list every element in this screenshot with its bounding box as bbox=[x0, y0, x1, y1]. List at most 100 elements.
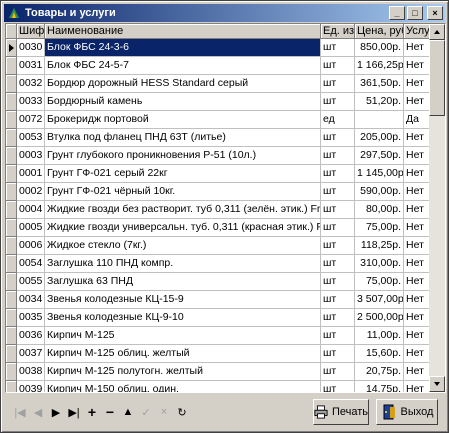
table-row[interactable]: 0034 Звенья колодезные КЦ-15-9 шт 3 507,00р… bbox=[6, 291, 436, 309]
cell-unit[interactable]: ед bbox=[321, 111, 355, 129]
cell-code[interactable]: 0038 bbox=[17, 363, 45, 381]
first-record-button[interactable]: |◀ bbox=[11, 403, 29, 421]
column-header-name[interactable]: Наименование bbox=[45, 24, 321, 39]
cell-code[interactable]: 0005 bbox=[17, 219, 45, 237]
cell-code[interactable]: 0006 bbox=[17, 237, 45, 255]
cell-code[interactable]: 0035 bbox=[17, 309, 45, 327]
cell-unit[interactable]: шт bbox=[321, 57, 355, 75]
cell-name[interactable]: Грунт глубокого проникновения Р-51 (10л.… bbox=[45, 147, 321, 165]
cell-price[interactable]: 75,00р. bbox=[355, 219, 404, 237]
scroll-up-button[interactable] bbox=[429, 24, 445, 40]
table-row[interactable]: 0003 Грунт глубокого проникновения Р-51 (… bbox=[6, 147, 436, 165]
cell-unit[interactable]: шт bbox=[321, 381, 355, 392]
table-row[interactable]: 0031 Блок ФБС 24-5-7 шт 1 166,25р. Нет bbox=[6, 57, 436, 75]
cell-code[interactable]: 0003 bbox=[17, 147, 45, 165]
row-indicator[interactable] bbox=[6, 309, 17, 327]
row-indicator[interactable] bbox=[6, 201, 17, 219]
cell-price[interactable]: 310,00р. bbox=[355, 255, 404, 273]
cell-code[interactable]: 0039 bbox=[17, 381, 45, 392]
table-row[interactable]: 0001 Грунт ГФ-021 серый 22кг шт 1 145,00р. Н… bbox=[6, 165, 436, 183]
cell-name[interactable]: Кирпич М-125 полутогн. желтый bbox=[45, 363, 321, 381]
cell-price[interactable]: 1 145,00р. bbox=[355, 165, 404, 183]
data-grid[interactable]: Шифр Наименование Ед. изм. Цена, руб Усл… bbox=[5, 23, 446, 393]
cell-name[interactable]: Жидкие гвозди универсальн. туб. 0,311 (к… bbox=[45, 219, 321, 237]
row-indicator[interactable] bbox=[6, 381, 17, 392]
table-row[interactable]: 0053 Втулка под фланец ПНД 63Т (литье) шт 2… bbox=[6, 129, 436, 147]
table-row[interactable]: 0030 Блок ФБС 24-3-6 шт 850,00р. Нет bbox=[6, 39, 436, 57]
cell-code[interactable]: 0034 bbox=[17, 291, 45, 309]
cell-price[interactable]: 361,50р. bbox=[355, 75, 404, 93]
cell-unit[interactable]: шт bbox=[321, 219, 355, 237]
cell-name[interactable]: Бордюр дорожный HESS Standard серый bbox=[45, 75, 321, 93]
cell-price[interactable]: 20,75р. bbox=[355, 363, 404, 381]
post-record-button[interactable]: ✓ bbox=[137, 403, 155, 421]
last-record-button[interactable]: ▶| bbox=[65, 403, 83, 421]
row-indicator[interactable] bbox=[6, 75, 17, 93]
vertical-scrollbar[interactable] bbox=[429, 24, 445, 392]
edit-record-button[interactable]: ▲ bbox=[119, 403, 137, 421]
cell-name[interactable]: Бордюрный камень bbox=[45, 93, 321, 111]
cell-name[interactable]: Блок ФБС 24-3-6 bbox=[45, 39, 321, 57]
cell-code[interactable]: 0036 bbox=[17, 327, 45, 345]
refresh-button[interactable]: ↻ bbox=[173, 403, 191, 421]
cell-price[interactable]: 1 166,25р. bbox=[355, 57, 404, 75]
close-button[interactable]: × bbox=[427, 6, 443, 20]
table-row[interactable]: 0006 Жидкое стекло (7кг.) шт 118,25р. Нет bbox=[6, 237, 436, 255]
title-bar[interactable]: Товары и услуги _ □ × bbox=[4, 4, 445, 22]
cell-code[interactable]: 0054 bbox=[17, 255, 45, 273]
cell-price[interactable]: 205,00р. bbox=[355, 129, 404, 147]
table-row[interactable]: 0032 Бордюр дорожный HESS Standard серый ш… bbox=[6, 75, 436, 93]
row-indicator[interactable] bbox=[6, 219, 17, 237]
row-indicator[interactable] bbox=[6, 255, 17, 273]
cell-name[interactable]: Кирпич М-125 облиц. желтый bbox=[45, 345, 321, 363]
print-button[interactable]: Печать bbox=[313, 399, 369, 425]
cell-price[interactable]: 2 500,00р. bbox=[355, 309, 404, 327]
cell-name[interactable]: Заглушка 63 ПНД bbox=[45, 273, 321, 291]
table-row[interactable]: 0005 Жидкие гвозди универсальн. туб. 0,31… bbox=[6, 219, 436, 237]
cell-name[interactable]: Заглушка 110 ПНД компр. bbox=[45, 255, 321, 273]
cell-code[interactable]: 0072 bbox=[17, 111, 45, 129]
row-indicator[interactable] bbox=[6, 327, 17, 345]
cell-unit[interactable]: шт bbox=[321, 183, 355, 201]
cell-name[interactable]: Кирпич М-125 bbox=[45, 327, 321, 345]
cell-price[interactable]: 118,25р. bbox=[355, 237, 404, 255]
cell-unit[interactable]: шт bbox=[321, 237, 355, 255]
cell-code[interactable]: 0002 bbox=[17, 183, 45, 201]
cell-code[interactable]: 0055 bbox=[17, 273, 45, 291]
cell-unit[interactable]: шт bbox=[321, 273, 355, 291]
cell-price[interactable]: 297,50р. bbox=[355, 147, 404, 165]
cell-code[interactable]: 0032 bbox=[17, 75, 45, 93]
cell-price[interactable] bbox=[355, 111, 404, 129]
column-header-code[interactable]: Шифр bbox=[17, 24, 45, 39]
row-indicator[interactable] bbox=[6, 165, 17, 183]
prior-record-button[interactable]: ◀ bbox=[29, 403, 47, 421]
scroll-thumb[interactable] bbox=[429, 40, 445, 116]
cell-price[interactable]: 14,75р. bbox=[355, 381, 404, 392]
cell-unit[interactable]: шт bbox=[321, 291, 355, 309]
table-row[interactable]: 0038 Кирпич М-125 полутогн. желтый шт 20,75… bbox=[6, 363, 436, 381]
cell-name[interactable]: Звенья колодезные КЦ-9-10 bbox=[45, 309, 321, 327]
column-header-price[interactable]: Цена, руб bbox=[355, 24, 404, 39]
scroll-down-button[interactable] bbox=[429, 376, 445, 392]
cell-code[interactable]: 0033 bbox=[17, 93, 45, 111]
cell-code[interactable]: 0031 bbox=[17, 57, 45, 75]
cell-name[interactable]: Жидкое стекло (7кг.) bbox=[45, 237, 321, 255]
next-record-button[interactable]: ▶ bbox=[47, 403, 65, 421]
cell-price[interactable]: 80,00р. bbox=[355, 201, 404, 219]
cell-code[interactable]: 0001 bbox=[17, 165, 45, 183]
table-row[interactable]: 0039 Кирпич М-150 облиц. один. шт 14,75р. Не… bbox=[6, 381, 436, 392]
cell-code[interactable]: 0037 bbox=[17, 345, 45, 363]
row-indicator[interactable] bbox=[6, 147, 17, 165]
cell-name[interactable]: Блок ФБС 24-5-7 bbox=[45, 57, 321, 75]
cell-unit[interactable]: шт bbox=[321, 147, 355, 165]
cell-price[interactable]: 75,00р. bbox=[355, 273, 404, 291]
cell-name[interactable]: Брокеридж портовой bbox=[45, 111, 321, 129]
table-row[interactable]: 0004 Жидкие гвозди без растворит. туб 0,3… bbox=[6, 201, 436, 219]
table-row[interactable]: 0055 Заглушка 63 ПНД шт 75,00р. Нет bbox=[6, 273, 436, 291]
cell-price[interactable]: 850,00р. bbox=[355, 39, 404, 57]
column-header-unit[interactable]: Ед. изм. bbox=[321, 24, 355, 39]
table-row[interactable]: 0035 Звенья колодезные КЦ-9-10 шт 2 500,00р… bbox=[6, 309, 436, 327]
row-indicator[interactable] bbox=[6, 129, 17, 147]
cell-unit[interactable]: шт bbox=[321, 309, 355, 327]
table-row[interactable]: 0037 Кирпич М-125 облиц. желтый шт 15,60р. Н… bbox=[6, 345, 436, 363]
